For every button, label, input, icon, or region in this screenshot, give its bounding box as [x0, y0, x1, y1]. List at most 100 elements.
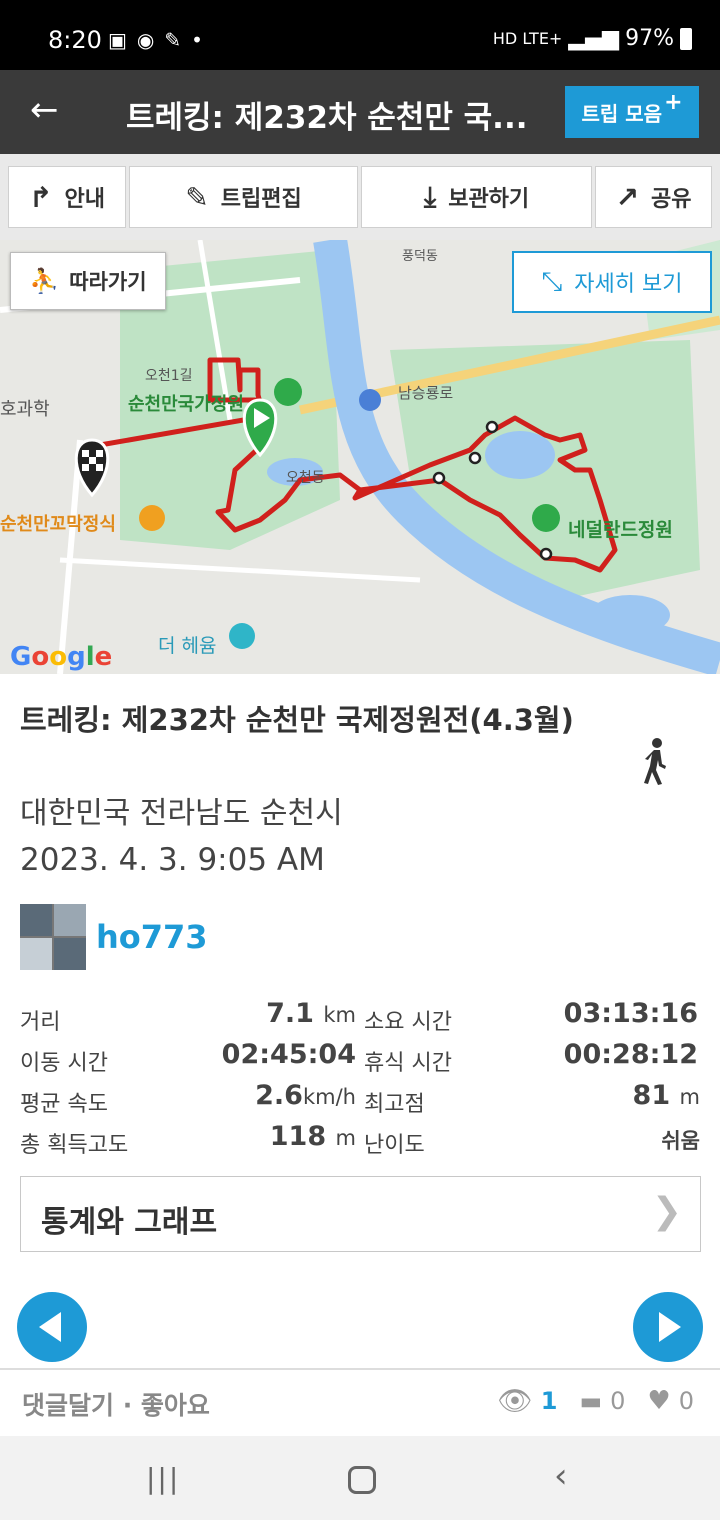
signal-icon: ▂▄▆ — [568, 26, 620, 51]
map-label: 풍덕동 — [402, 249, 438, 264]
trip-collection-label: 트립 모음 — [581, 101, 663, 126]
username-link[interactable]: ho773 — [96, 918, 208, 956]
plus-icon: + — [664, 89, 683, 115]
edit-trip-button[interactable]: ✎ 트립편집 — [129, 166, 358, 228]
park-pin-icon — [532, 504, 560, 532]
system-nav-bar: ||| ‹ — [0, 1436, 720, 1520]
comments-count: 0 — [610, 1386, 626, 1415]
notification-icons: ▣ ◉ ✎ • — [108, 28, 203, 52]
route-badge — [359, 389, 381, 411]
stats-graph-label: 통계와 그래프 — [41, 1205, 218, 1240]
comment-like-link[interactable]: 댓글달기 · 좋아요 — [22, 1386, 210, 1422]
share-button[interactable]: ↗ 공유 — [595, 166, 712, 228]
engagement-counts: 👁 1 ▬ 0 ♥ 0 — [497, 1384, 694, 1417]
moving-time-label: 이동 시간 — [20, 1051, 108, 1076]
network-indicator: HD LTE+ — [492, 29, 563, 48]
expand-icon: ⤡ — [541, 266, 563, 297]
elevation-gain-label: 총 획득고도 — [20, 1133, 129, 1158]
elevation-gain-number: 118 — [269, 1121, 327, 1152]
rest-time-label: 휴식 시간 — [364, 1051, 452, 1076]
moving-time-value: 02:45:04 — [221, 1039, 356, 1070]
trip-datetime: 2023. 4. 3. 9:05 AM — [20, 842, 325, 878]
map-label: 순천만국가정원 — [128, 394, 244, 415]
waypoint-marker — [539, 547, 553, 561]
status-right: HD LTE+ ▂▄▆ 97% — [493, 26, 692, 51]
status-bar: 8:20 ▣ ◉ ✎ • HD LTE+ ▂▄▆ 97% — [0, 0, 720, 70]
guide-button[interactable]: ↱ 안내 — [8, 166, 126, 228]
chevron-right-icon: ❯ — [651, 1191, 682, 1232]
app-bar: ← 트레킹: 제232차 순천만 국... 트립 모음 + — [0, 70, 720, 154]
action-toolbar: ↱ 안내 ✎ 트립편집 ⤓ 보관하기 ↗ 공유 — [0, 154, 720, 240]
google-logo: Google — [10, 642, 113, 672]
image-icon: ▣ — [108, 28, 127, 52]
back-icon[interactable]: ‹ — [554, 1456, 568, 1496]
walking-icon — [640, 738, 670, 790]
trip-collection-button[interactable]: 트립 모음 + — [565, 86, 699, 138]
map-label: 오천1길 — [145, 368, 193, 384]
finish-marker — [74, 438, 110, 498]
alarm-icon: ◉ — [136, 28, 155, 52]
previous-trip-button[interactable] — [17, 1292, 87, 1362]
difficulty-label: 난이도 — [364, 1133, 425, 1158]
avg-speed-label: 평균 속도 — [20, 1092, 108, 1117]
detail-view-button[interactable]: ⤡ 자세히 보기 — [512, 251, 712, 313]
waypoint-marker — [468, 451, 482, 465]
stats-graph-button[interactable]: 통계와 그래프 ❯ — [20, 1176, 701, 1252]
distance-label: 거리 — [20, 1010, 61, 1035]
back-arrow-icon[interactable]: ← — [30, 90, 59, 130]
street — [57, 439, 83, 674]
save-button[interactable]: ⤓ 보관하기 — [361, 166, 592, 228]
lake — [590, 595, 670, 635]
views-count: 1 — [540, 1386, 558, 1415]
map-label: 남승룡로 — [398, 384, 453, 402]
trip-info-panel: 트레킹: 제232차 순천만 국제정원전(4.3월) 대한민국 전라남도 순천시… — [0, 674, 720, 1370]
elevation-gain-unit: m — [335, 1126, 356, 1150]
follow-button[interactable]: ⛹ 따라가기 — [10, 252, 166, 310]
pencil-icon: ✎ — [185, 180, 209, 214]
park-pin-icon — [274, 378, 302, 406]
page-title: 트레킹: 제232차 순천만 국... — [126, 100, 528, 136]
distance-number: 7.1 — [266, 998, 314, 1029]
rest-time-value: 00:28:12 — [563, 1039, 698, 1070]
battery-level: 97% — [625, 26, 674, 51]
next-trip-button[interactable] — [633, 1292, 703, 1362]
home-icon[interactable] — [348, 1466, 376, 1494]
heart-icon: ♥ — [647, 1385, 671, 1416]
map-label: 네덜란드정원 — [568, 519, 673, 541]
detail-view-label: 자세히 보기 — [574, 272, 683, 297]
distance-unit: km — [323, 1003, 356, 1027]
hiker-icon: ⛹ — [29, 267, 60, 295]
guide-label: 안내 — [64, 187, 105, 212]
distance-value: 7.1 km — [210, 998, 356, 1029]
elevation-gain-value: 118 m — [210, 1121, 356, 1152]
map-label: 더 헤윰 — [158, 635, 216, 657]
avg-speed-number: 2.6 — [255, 1080, 303, 1111]
trip-title: 트레킹: 제232차 순천만 국제정원전(4.3월) — [20, 703, 574, 737]
share-icon: ↗ — [615, 180, 639, 214]
trip-location: 대한민국 전라남도 순천시 — [20, 796, 343, 831]
avg-speed-unit: km/h — [302, 1085, 356, 1109]
max-altitude-unit: m — [679, 1085, 700, 1109]
map-label: 호과학 — [0, 399, 50, 420]
max-altitude-value: 81 m — [560, 1080, 700, 1111]
comment-icon: ▬ — [579, 1386, 603, 1415]
max-altitude-number: 81 — [632, 1080, 671, 1111]
status-time: 8:20 — [48, 26, 102, 54]
follow-label: 따라가기 — [69, 270, 147, 294]
restaurant-pin-icon — [139, 505, 165, 531]
dot-icon: • — [191, 28, 203, 52]
max-altitude-label: 최고점 — [364, 1092, 425, 1117]
map-label: 순천만꼬막정식 — [0, 514, 116, 535]
avatar[interactable] — [20, 904, 86, 970]
street — [59, 557, 421, 583]
map-label: 오천동 — [286, 470, 325, 486]
landmark-pin-icon — [229, 623, 255, 649]
route-map[interactable]: 순천만국가정원 순천만꼬막정식 네덜란드정원 남승룡로 오천동 더 헤윰 호과학… — [0, 240, 720, 674]
download-icon: ⤓ — [423, 180, 437, 213]
feather-icon: ✎ — [164, 28, 182, 52]
difficulty-value: 쉬움 — [661, 1129, 700, 1153]
waypoint-marker — [485, 420, 499, 434]
triangle-left-icon — [39, 1312, 61, 1342]
recents-icon[interactable]: ||| — [146, 1462, 180, 1495]
waypoint-marker — [432, 471, 446, 485]
